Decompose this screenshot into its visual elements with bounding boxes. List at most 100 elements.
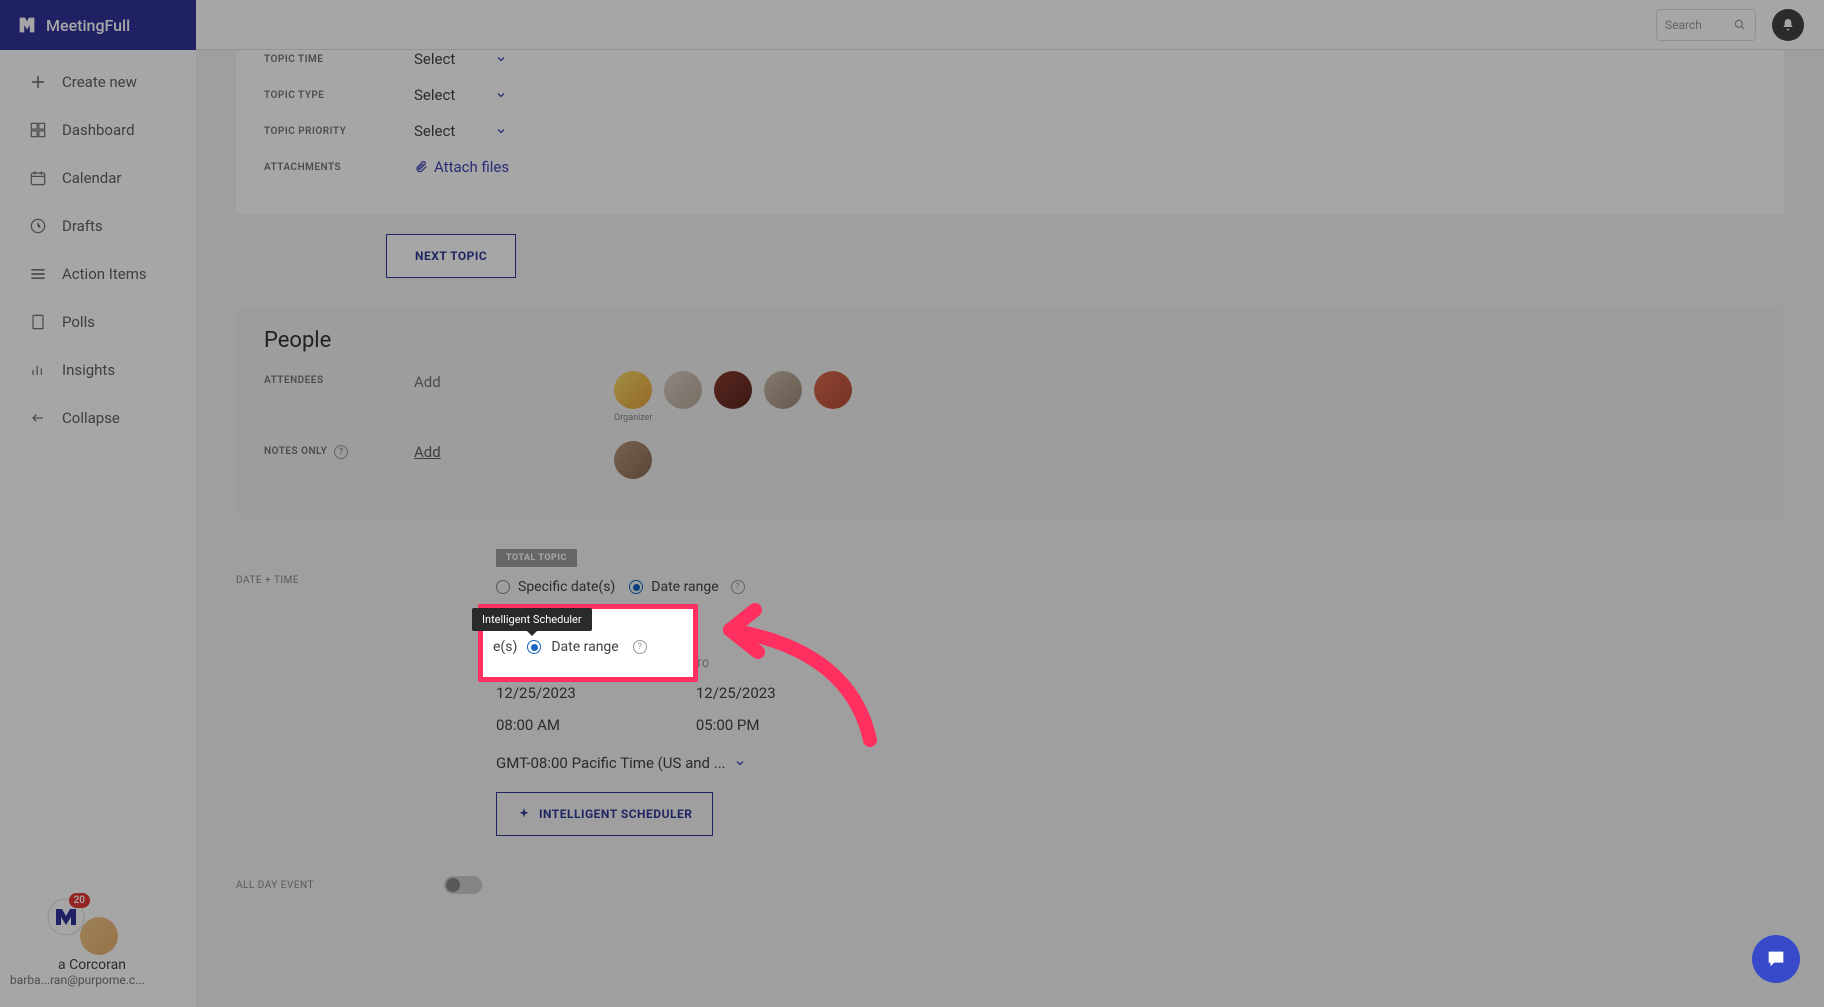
chevron-down-icon — [495, 53, 507, 65]
to-label: TO — [696, 659, 776, 670]
sidebar-header: MeetingFull — [0, 0, 196, 50]
bell-icon — [1780, 17, 1796, 33]
nav-label: Create new — [62, 73, 137, 91]
intel-sched-label: INTELLIGENT SCHEDULER — [539, 807, 692, 821]
app-logo[interactable]: MeetingFull — [16, 14, 130, 36]
attendee-avatar[interactable] — [664, 371, 702, 409]
tooltip: Intelligent Scheduler — [472, 608, 592, 631]
toggle-knob — [446, 878, 460, 892]
search-placeholder: Search — [1665, 18, 1702, 32]
total-topic-tag: TOTAL TOPIC — [496, 549, 577, 567]
attendee-organizer[interactable]: Organizer — [614, 371, 652, 423]
help-icon[interactable]: ? — [334, 445, 348, 459]
all-day-label: ALL DAY EVENT — [236, 880, 314, 891]
select-value: Select — [414, 50, 455, 68]
topic-section: TOPIC TIME Select TOPIC TYPE Select TOPI… — [236, 50, 1784, 214]
attachments-label: ATTACHMENTS — [264, 162, 414, 173]
sidebar-item-drafts[interactable]: Drafts — [0, 202, 196, 250]
create-new-button[interactable]: Create new — [0, 58, 196, 106]
all-day-toggle[interactable] — [444, 876, 482, 894]
paperclip-icon — [414, 160, 428, 174]
all-day-row: ALL DAY EVENT — [236, 876, 1784, 894]
attachments-row: ATTACHMENTS Attach files — [264, 158, 1756, 176]
from-label: FROM — [496, 659, 576, 670]
attendee-avatar[interactable] — [714, 371, 752, 409]
attendee-avatar[interactable] — [764, 371, 802, 409]
avatar — [614, 371, 652, 409]
to-date[interactable]: 12/25/2023 — [696, 684, 776, 702]
app-name: MeetingFull — [46, 16, 130, 35]
notes-only-avatar[interactable] — [614, 441, 652, 479]
attendees-row: ATTENDEES Add Organizer — [264, 371, 1756, 423]
next-topic-button[interactable]: NEXT TOPIC — [386, 234, 516, 278]
nav-label: Insights — [62, 361, 115, 379]
specific-date-radio[interactable]: Specific date(s) — [496, 579, 615, 595]
to-time[interactable]: 05:00 PM — [696, 716, 776, 734]
sidebar-item-calendar[interactable]: Calendar — [0, 154, 196, 202]
sidebar-item-action-items[interactable]: Action Items — [0, 250, 196, 298]
topic-priority-label: TOPIC PRIORITY — [264, 126, 414, 137]
sidebar-item-collapse[interactable]: Collapse — [0, 394, 196, 442]
attach-files-link[interactable]: Attach files — [414, 158, 509, 176]
sidebar-nav: Create new Dashboard Calendar Drafts Act… — [0, 50, 196, 450]
clipboard-icon — [28, 312, 48, 332]
topic-priority-select[interactable]: Select — [414, 122, 507, 140]
search-input[interactable]: Search — [1656, 9, 1756, 41]
select-value: Select — [414, 86, 455, 104]
attendee-avatar[interactable] — [814, 371, 852, 409]
radio-checked-icon — [629, 580, 643, 594]
sidebar-item-dashboard[interactable]: Dashboard — [0, 106, 196, 154]
topic-time-row: TOPIC TIME Select — [264, 50, 1756, 68]
notes-only-add[interactable]: Add — [414, 441, 614, 461]
attendee-avatars: Organizer — [614, 371, 852, 423]
chevron-down-icon — [734, 757, 746, 769]
date-range-radio[interactable]: Date range ? — [629, 579, 744, 595]
select-value: Select — [414, 122, 455, 140]
chat-button[interactable] — [1752, 935, 1800, 983]
user-email: barba...ran@purpome.c... — [10, 973, 145, 987]
from-time[interactable]: 08:00 AM — [496, 716, 576, 734]
to-column: TO 12/25/2023 05:00 PM — [696, 659, 776, 734]
arrow-left-icon — [28, 408, 48, 428]
date-time-label: DATE + TIME — [236, 545, 386, 586]
calendar-icon — [28, 168, 48, 188]
sidebar: MeetingFull Create new Dashboard Calenda… — [0, 0, 196, 1007]
intelligent-scheduler-button[interactable]: INTELLIGENT SCHEDULER — [496, 792, 713, 836]
topic-type-select[interactable]: Select — [414, 86, 507, 104]
nav-label: Action Items — [62, 265, 147, 283]
nav-label: Calendar — [62, 169, 122, 187]
main-content: TOPIC TIME Select TOPIC TYPE Select TOPI… — [196, 50, 1824, 1007]
topic-type-label: TOPIC TYPE — [264, 90, 414, 101]
topic-type-row: TOPIC TYPE Select — [264, 86, 1756, 104]
chevron-down-icon — [495, 125, 507, 137]
topic-time-label: TOPIC TIME — [264, 54, 414, 65]
from-date[interactable]: 12/25/2023 — [496, 684, 576, 702]
badge-count: 20 — [69, 893, 90, 908]
user-badge[interactable]: 20 — [46, 897, 86, 937]
meeting-length-value[interactable]: 20 — [616, 617, 633, 635]
timezone-row[interactable]: GMT-08:00 Pacific Time (US and ... — [496, 754, 1784, 772]
tooltip-text: Intelligent Scheduler — [482, 613, 582, 626]
plus-icon — [28, 72, 48, 92]
from-to-row: FROM 12/25/2023 08:00 AM TO 12/25/2023 0… — [496, 659, 1784, 734]
date-options: Specific date(s) Date range ? — [496, 579, 1784, 595]
search-icon — [1733, 18, 1747, 32]
timezone-text: GMT-08:00 Pacific Time (US and ... — [496, 754, 726, 772]
notes-only-label: NOTES ONLY ? — [264, 441, 414, 459]
topic-priority-row: TOPIC PRIORITY Select — [264, 122, 1756, 140]
user-name: a Corcoran — [58, 957, 126, 973]
notifications-button[interactable] — [1772, 9, 1804, 41]
attach-text: Attach files — [434, 158, 509, 176]
people-section: People ATTENDEES Add Organizer NOTES ONL… — [236, 308, 1784, 517]
nav-label: Polls — [62, 313, 95, 331]
notes-only-row: NOTES ONLY ? Add — [264, 441, 1756, 479]
sidebar-item-polls[interactable]: Polls — [0, 298, 196, 346]
topic-time-select[interactable]: Select — [414, 50, 507, 68]
organizer-label: Organizer — [614, 413, 652, 423]
help-icon[interactable]: ? — [731, 580, 745, 594]
clock-icon — [28, 216, 48, 236]
notes-only-text: NOTES ONLY — [264, 446, 327, 457]
attendees-add[interactable]: Add — [414, 371, 614, 391]
sparkle-icon — [517, 807, 531, 821]
sidebar-item-insights[interactable]: Insights — [0, 346, 196, 394]
